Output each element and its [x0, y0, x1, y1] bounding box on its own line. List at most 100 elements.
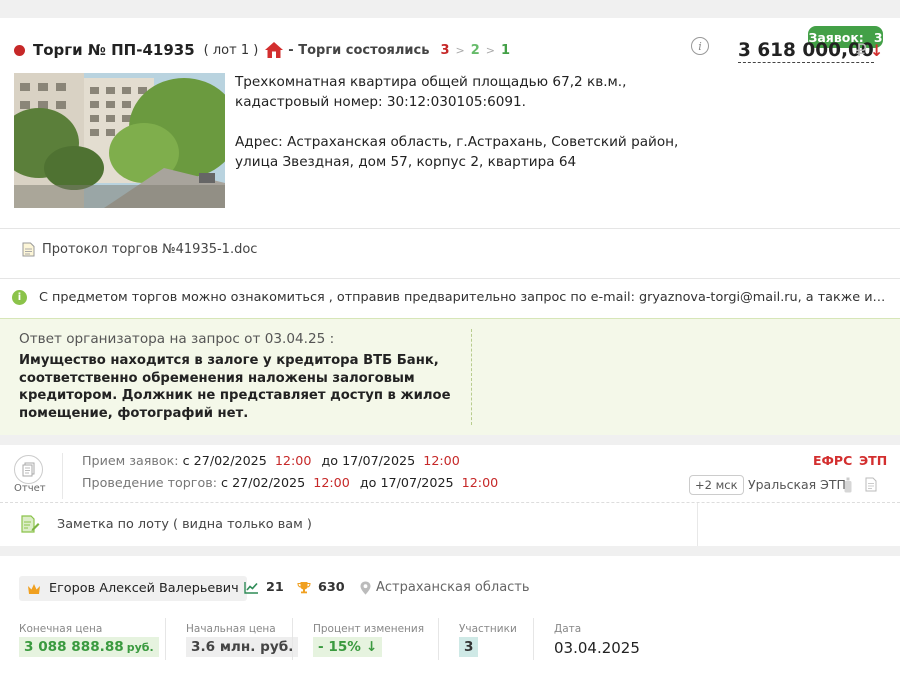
organizer-answer: Ответ организатора на запрос от 03.04.25… [0, 318, 900, 435]
applications-from-time: 12:00 [274, 453, 312, 468]
lot-number: ( лот 1 ) [203, 42, 259, 58]
report-label: Отчет [14, 483, 46, 494]
auction-from-word: с [221, 475, 229, 490]
date-value: 03.04.2025 [554, 639, 640, 657]
step-1: 1 [501, 42, 511, 58]
participants-label: Участники [459, 623, 517, 635]
efrs-link[interactable]: ЕФРС [813, 453, 852, 468]
note-edit-icon[interactable] [20, 514, 40, 534]
protocol-document-link[interactable]: Протокол торгов №41935-1.doc [22, 242, 257, 257]
divider [62, 453, 63, 499]
auction-from-time: 12:00 [313, 475, 350, 490]
organizer-badge[interactable]: Егоров Алексей Валерьевич [19, 576, 247, 601]
start-price-value: 3.6 млн. руб. [186, 637, 299, 657]
final-price-unit: руб. [126, 640, 154, 654]
applications-to-time: 12:00 [423, 453, 460, 468]
chart-line-icon [244, 582, 258, 594]
final-price-amount: 3 088 888.88 [24, 639, 124, 655]
lot-description-text: Трехкомнатная квартира общей площадью 67… [235, 74, 627, 110]
change-label: Процент изменения [313, 623, 425, 635]
bottle-icon[interactable] [844, 477, 852, 493]
applications-from-word: с [182, 453, 190, 468]
info-circle-icon: i [12, 290, 27, 305]
notice-text[interactable]: С предметом торгов можно ознакомиться , … [39, 290, 890, 305]
organizer-name: Егоров Алексей Валерьевич [49, 581, 239, 596]
etp-name[interactable]: Уральская ЭТП [748, 477, 846, 492]
ruble-icon: ₽ [856, 41, 867, 61]
trophy-icon [297, 582, 311, 594]
schedule-card: Отчет Прием заявок: с 27/02/2025 12:00 д… [0, 445, 900, 546]
lot-card: Заявок: 3 Торги № ПП-41935 ( лот 1 ) - Т… [0, 18, 900, 435]
auction-to-time: 12:00 [461, 475, 499, 490]
lot-title[interactable]: Торги № ПП-41935 [33, 41, 195, 59]
lot-title-row: Торги № ПП-41935 ( лот 1 ) - Торги состо… [14, 40, 510, 60]
auction-status: - Торги состоялись [288, 42, 430, 58]
participants-metric: Участники 3 [459, 623, 517, 657]
report-button[interactable] [14, 455, 43, 484]
answer-heading: Ответ организатора на запрос от 03.04.25… [19, 331, 335, 347]
location-pin-icon [360, 581, 371, 594]
answer-body: Имущество находится в залоге у кредитора… [19, 353, 451, 421]
change-value: - 15% ↓ [313, 637, 383, 657]
region-name: Астраханская область [376, 580, 530, 595]
applications-to-word: до [321, 453, 339, 468]
change-percent: - 15% [318, 639, 361, 655]
lot-description: Трехкомнатная квартира общей площадью 67… [235, 72, 705, 172]
divider [533, 618, 534, 660]
divider [697, 503, 698, 546]
auction-steps: 3 > 2 > 1 [440, 43, 510, 58]
start-price-label: Начальная цена [186, 623, 276, 635]
lot-address: Адрес: Астраханская область, г.Астрахань… [235, 134, 679, 170]
final-price-label: Конечная цена [19, 623, 103, 635]
info-icon[interactable]: i [691, 37, 709, 55]
document-icon[interactable] [865, 477, 877, 492]
lot-photo-image [14, 73, 225, 208]
divider [0, 228, 900, 229]
organizer-region: Астраханская область [360, 580, 530, 595]
final-price-value: 3 088 888.88 руб. [19, 637, 159, 657]
crown-icon [28, 583, 40, 594]
start-price-metric: Начальная цена 3.6 млн. руб. [186, 623, 299, 657]
divider [0, 278, 900, 279]
applications-from-date: 27/02/2025 [193, 453, 267, 468]
change-metric: Процент изменения - 15% ↓ [313, 623, 424, 657]
lot-photo[interactable] [14, 73, 225, 208]
applications-to-date: 17/07/2025 [342, 453, 416, 468]
divider [165, 618, 166, 660]
price-down-arrow-icon: ↓ [870, 41, 884, 60]
participants-value: 3 [459, 637, 479, 657]
auction-period: Проведение торгов: с 27/02/2025 12:00 до… [82, 475, 498, 490]
divider [0, 502, 900, 503]
auction-from-date: 27/02/2025 [232, 475, 306, 490]
lot-price[interactable]: 3 618 000,00 [738, 40, 874, 63]
result-card: Егоров Алексей Валерьевич 21 630 Астраха… [0, 556, 900, 679]
auction-to-word: до [359, 475, 377, 490]
step-2: 2 [470, 42, 480, 58]
status-dot-icon [14, 44, 25, 56]
organizer-wins-stat[interactable]: 630 [297, 580, 345, 595]
organizer-lots-count: 21 [266, 580, 284, 595]
house-icon [265, 42, 284, 58]
organizer-lots-stat[interactable]: 21 [244, 580, 284, 595]
change-down-arrow-icon: ↓ [365, 639, 378, 655]
divider [438, 618, 439, 660]
timezone-badge: +2 мск [689, 475, 744, 495]
applications-period: Прием заявок: с 27/02/2025 12:00 до 17/0… [82, 453, 460, 468]
applications-label: Прием заявок: [82, 453, 179, 468]
step-3: 3 [440, 42, 450, 58]
step-arrow-icon: > [485, 43, 495, 57]
divider [292, 618, 293, 660]
document-icon [22, 242, 35, 257]
date-metric: Дата 03.04.2025 [554, 623, 645, 659]
divider [471, 329, 472, 425]
document-name: Протокол торгов №41935-1.doc [42, 242, 258, 257]
step-arrow-icon: > [455, 43, 465, 57]
auction-to-date: 17/07/2025 [380, 475, 454, 490]
date-label: Дата [554, 623, 582, 635]
organizer-wins-count: 630 [318, 580, 345, 595]
lot-note-field[interactable]: Заметка по лоту ( видна только вам ) [57, 517, 312, 532]
etp-link[interactable]: ЭТП [859, 453, 887, 468]
report-icon [22, 462, 35, 477]
notice-row: i С предметом торгов можно ознакомиться … [12, 290, 890, 305]
final-price-metric: Конечная цена 3 088 888.88 руб. [19, 623, 159, 657]
